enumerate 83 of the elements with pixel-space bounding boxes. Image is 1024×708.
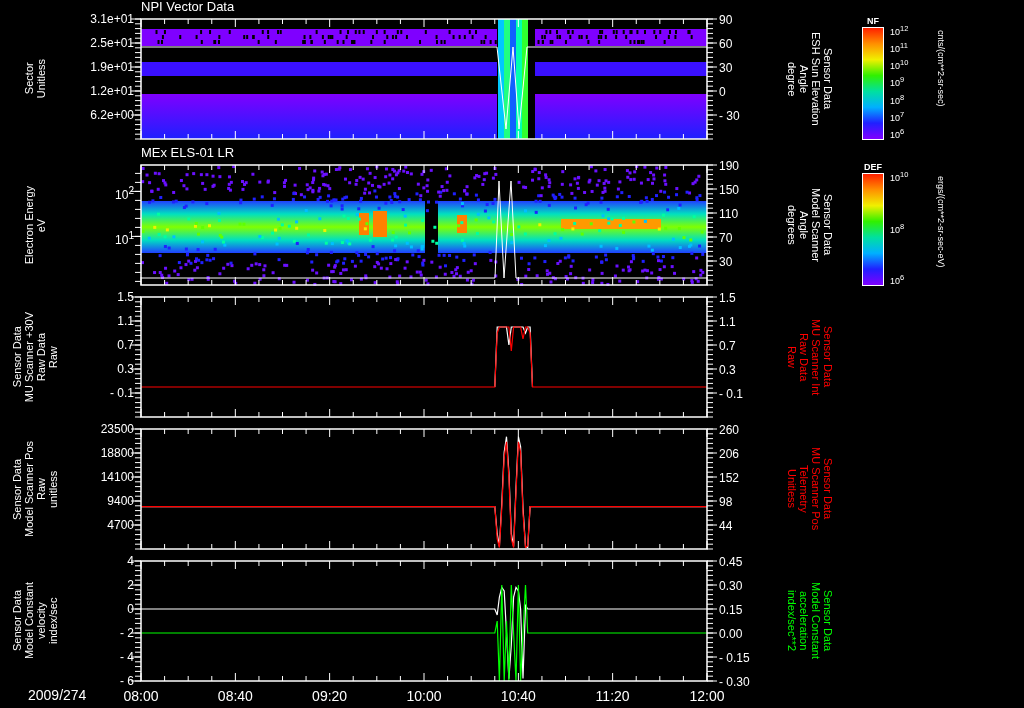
axis-tick-label: - 30 — [719, 108, 740, 123]
axis-tick-label: 152 — [719, 470, 740, 485]
color-bar-title: NF — [867, 16, 879, 27]
axis-tick-label: 1.2e+01 — [90, 84, 134, 98]
axis-label: Electron Energy eV — [22, 185, 48, 265]
color-bar-tick-label: 10$^{8}$ — [890, 92, 906, 106]
axis-tick-label: 0.30 — [719, 578, 743, 593]
axis-tick-label: 110 — [719, 206, 739, 221]
axis-tick-label: 14100 — [100, 470, 134, 484]
axis-tick-label: 10$^{2}$ — [115, 188, 134, 201]
axis-tick-label: 6.2e+00 — [90, 108, 134, 122]
color-bar-tick-label: 10$^{10}$ — [890, 58, 910, 72]
axis-tick-label: 0.00 — [719, 626, 743, 641]
axis-tick-label: - 0.1 — [719, 386, 743, 401]
color-bar-unit-label: cnts/(cm**2-sr-sec) — [936, 29, 946, 109]
axis-tick-label: 11:20 — [595, 688, 630, 704]
axis-tick-label: 150 — [719, 182, 740, 197]
axis-tick-label: 10:40 — [500, 688, 536, 704]
axis-tick-label: 12:00 — [689, 688, 725, 704]
axis-tick-label: 0.3 — [719, 362, 736, 377]
axis-tick-label: - 0.1 — [110, 386, 134, 400]
axis-tick-label: - 2 — [120, 626, 134, 640]
axis-tick-label: 0.15 — [719, 602, 743, 617]
axis-tick-label: 0 — [719, 84, 726, 99]
axis-tick-label: 2 — [127, 578, 134, 592]
axis-label: Sensor Data ESH Sun Elevation Angle degree — [785, 32, 835, 126]
axis-label: Sensor Data Model Scanner Pos Raw unitless — [10, 441, 60, 537]
axis-tick-label: 190 — [719, 160, 740, 173]
color-bar-unit-label: ergs/(cm**2-sr-sec-eV) — [936, 175, 946, 270]
axis-tick-label: 70 — [719, 230, 733, 245]
axis-tick-label: 98 — [719, 494, 733, 509]
axis-tick-label: 1.9e+01 — [90, 60, 134, 74]
axis-tick-label: 23500 — [100, 424, 134, 436]
axis-tick-label: - 6 — [120, 674, 134, 688]
color-bar-tick-label: 10$^{6}$ — [890, 126, 906, 140]
color-bar-tick-label: 10$^{11}$ — [890, 41, 909, 55]
axis-tick-label: 4700 — [107, 518, 134, 532]
axis-tick-label: 0.7 — [117, 338, 134, 352]
axis-label: Sensor Data MU Scanner Pos Telemetry Unitless — [785, 447, 835, 531]
axis-tick-label: 206 — [719, 446, 740, 461]
axis-tick-label: 18800 — [100, 446, 134, 460]
axis-tick-label: 30 — [719, 254, 733, 269]
axis-tick-label: 2.5e+01 — [90, 36, 134, 50]
axis-label: Sensor Data Model Scanner Angle degrees — [785, 188, 835, 262]
axis-tick-label: 1.5 — [117, 292, 134, 304]
color-bar-tick-label: 10$^{12}$ — [890, 24, 910, 37]
axis-label: Sector Unitless — [22, 59, 48, 99]
axis-tick-label: 1.1 — [719, 314, 736, 329]
color-bar-tick-label: 10$^{9}$ — [890, 75, 906, 89]
axis-label: Sensor Data MU Scanner +30V Raw Data Raw — [10, 311, 60, 403]
axis-tick-label: 0.45 — [719, 556, 743, 569]
axis-tick-label: 08:40 — [217, 688, 253, 704]
axis-label: Sensor Data Model Constant velocity index/sec — [10, 582, 60, 660]
axis-tick-label: 0.3 — [117, 362, 134, 376]
axis-tick-label: 0.7 — [719, 338, 736, 353]
color-bar-tick-label: 10$^{6}$ — [890, 273, 906, 286]
axis-tick-label: 1.5 — [719, 292, 736, 305]
panel-title: NPI Vector Data — [141, 0, 235, 14]
date-label: 2009/274 — [28, 687, 87, 703]
axis-tick-label: 30 — [719, 60, 733, 75]
axis-label: Sensor Data Model Constant acceleration index/sec**2 — [785, 582, 835, 660]
axis-tick-label: - 0.15 — [719, 650, 750, 665]
axis-tick-label: 9400 — [107, 494, 134, 508]
axis-tick-label: 10:00 — [406, 688, 442, 704]
axis-tick-label: 44 — [719, 518, 733, 533]
color-bar-tick-label: 10$^{10}$ — [890, 170, 910, 183]
axis-tick-label: 09:20 — [312, 688, 348, 704]
axis-tick-label: 1.1 — [117, 314, 134, 328]
panel-title: MEx ELS-01 LR — [141, 145, 235, 160]
axis-tick-label: - 0.30 — [719, 674, 750, 689]
axis-tick-label: - 4 — [120, 650, 134, 664]
axis-tick-label: 0 — [127, 602, 134, 616]
axis-tick-label: 60 — [719, 36, 733, 51]
axis-tick-label: 3.1e+01 — [90, 14, 134, 26]
axis-tick-label: 260 — [719, 424, 740, 437]
axis-tick-label: 4 — [127, 556, 134, 568]
color-bar-tick-label: 10$^{8}$ — [890, 221, 906, 235]
color-bar-tick-label: 10$^{7}$ — [890, 109, 906, 123]
axis-tick-label: 90 — [719, 14, 733, 27]
color-bar-title: DEF — [864, 162, 882, 173]
axis-label: Sensor Data MU Scanner Int Raw Data Raw — [785, 318, 835, 396]
axis-tick-label: 08:00 — [123, 688, 159, 704]
axis-tick-label: 10$^{1}$ — [115, 233, 134, 246]
